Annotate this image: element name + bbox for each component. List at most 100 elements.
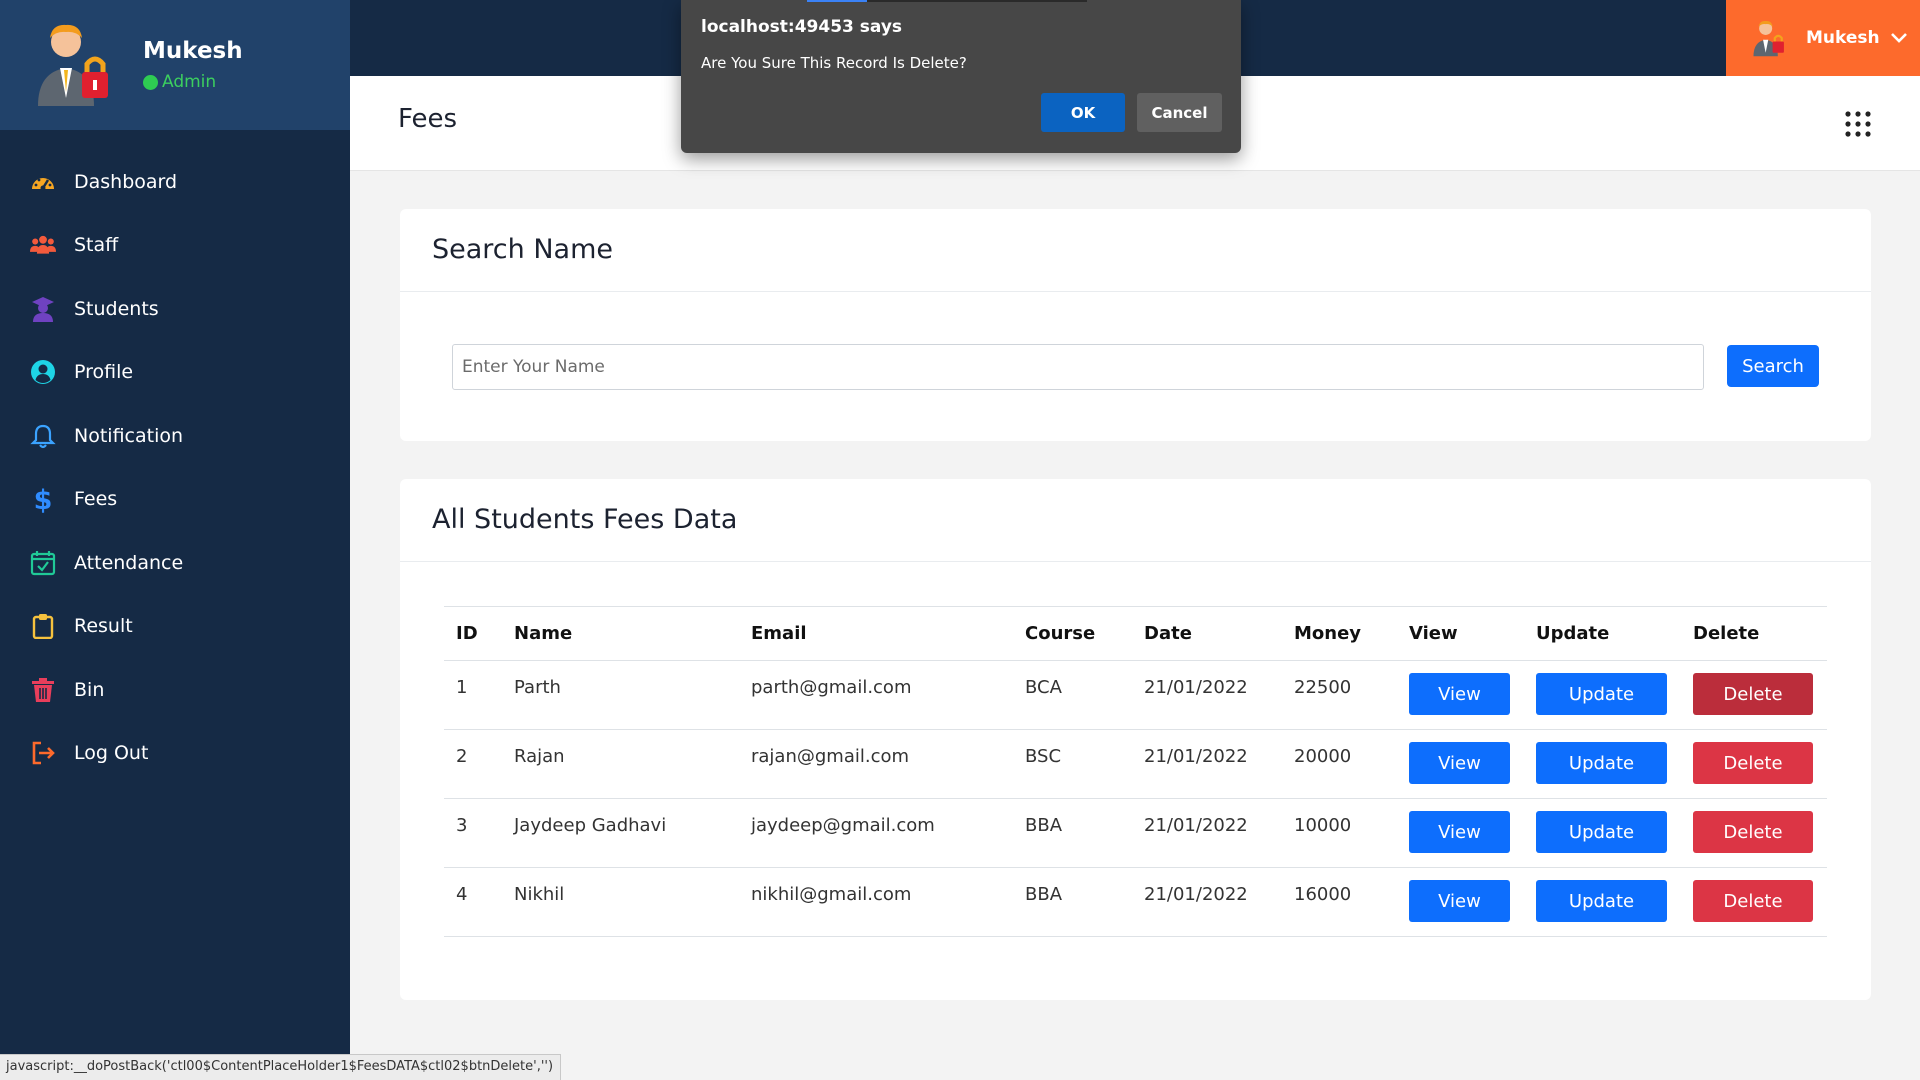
view-button[interactable]: View	[1409, 673, 1510, 715]
dialog-title: localhost:49453 says	[701, 17, 903, 37]
calendar-check-icon	[30, 550, 56, 576]
cell-name: Jaydeep Gadhavi	[502, 798, 739, 868]
column-header-update: Update	[1524, 606, 1681, 661]
graduate-icon	[30, 296, 56, 322]
cell-money: 10000	[1282, 798, 1397, 868]
card-divider	[400, 561, 1871, 562]
column-header-view: View	[1397, 606, 1524, 661]
column-header-email: Email	[739, 606, 1013, 661]
sidebar-item-label: Attendance	[74, 551, 184, 574]
sidebar-item-attendance[interactable]: Attendance	[0, 531, 350, 595]
delete-button[interactable]: Delete	[1693, 742, 1813, 784]
dialog-accent-bar	[807, 0, 867, 2]
svg-text:$: $	[34, 485, 53, 513]
sidebar-item-students[interactable]: Students	[0, 277, 350, 341]
confirm-dialog: localhost:49453 says Are You Sure This R…	[681, 0, 1241, 153]
sidebar-nav: Dashboard Staff Students Profile Notific…	[0, 150, 350, 785]
table-row: 1 Parth parth@gmail.com BCA 21/01/2022 2…	[444, 660, 1827, 730]
search-card: Search Name Search	[400, 209, 1871, 441]
sidebar-item-label: Staff	[74, 234, 119, 257]
bell-icon	[30, 423, 56, 449]
column-header-date: Date	[1132, 606, 1282, 661]
online-status-icon	[143, 74, 158, 90]
cell-view: View	[1397, 867, 1524, 937]
dialog-top-accent	[807, 0, 1087, 2]
fees-table-card: All Students Fees Data ID Name Email Cou…	[400, 479, 1871, 1000]
sidebar-item-label: Result	[74, 615, 133, 638]
sidebar-item-label: Dashboard	[74, 170, 178, 193]
cell-date: 21/01/2022	[1132, 660, 1282, 730]
sidebar-item-label: Students	[74, 297, 159, 320]
update-button[interactable]: Update	[1536, 742, 1667, 784]
cell-delete: Delete	[1681, 798, 1827, 868]
delete-button[interactable]: Delete	[1693, 880, 1813, 922]
cell-id: 3	[444, 798, 502, 868]
sidebar-item-label: Notification	[74, 424, 184, 447]
table-header-row: ID Name Email Course Date Money View Upd…	[444, 606, 1827, 661]
browser-status-bar: javascript:__doPostBack('ctl00$ContentPl…	[0, 1054, 561, 1080]
dialog-cancel-button[interactable]: Cancel	[1137, 93, 1222, 132]
cell-update: Update	[1524, 660, 1681, 730]
sidebar-item-label: Bin	[74, 678, 105, 701]
logout-icon	[30, 740, 56, 766]
card-divider	[400, 291, 1871, 292]
update-button[interactable]: Update	[1536, 673, 1667, 715]
cell-view: View	[1397, 798, 1524, 868]
dollar-icon: $	[30, 485, 56, 513]
table-row: 4 Nikhil nikhil@gmail.com BBA 21/01/2022…	[444, 867, 1827, 937]
sidebar-item-dashboard[interactable]: Dashboard	[0, 150, 350, 214]
sidebar-item-profile[interactable]: Profile	[0, 341, 350, 405]
user-role-status: Admin	[143, 72, 216, 92]
sidebar-item-staff[interactable]: Staff	[0, 214, 350, 278]
delete-button[interactable]: Delete	[1693, 811, 1813, 853]
cell-id: 1	[444, 660, 502, 730]
cell-email: nikhil@gmail.com	[739, 867, 1013, 937]
cell-money: 22500	[1282, 660, 1397, 730]
view-button[interactable]: View	[1409, 880, 1510, 922]
sidebar-user-name: Mukesh	[143, 38, 243, 64]
fees-table: ID Name Email Course Date Money View Upd…	[444, 606, 1827, 937]
chevron-down-icon	[1890, 33, 1907, 43]
cell-date: 21/01/2022	[1132, 729, 1282, 799]
update-button[interactable]: Update	[1536, 880, 1667, 922]
view-button[interactable]: View	[1409, 742, 1510, 784]
cell-course: BSC	[1013, 729, 1132, 799]
cell-email: rajan@gmail.com	[739, 729, 1013, 799]
sidebar-item-notification[interactable]: Notification	[0, 404, 350, 468]
cell-date: 21/01/2022	[1132, 798, 1282, 868]
cell-course: BBA	[1013, 867, 1132, 937]
table-row: 3 Jaydeep Gadhavi jaydeep@gmail.com BBA …	[444, 798, 1827, 868]
update-button[interactable]: Update	[1536, 811, 1667, 853]
table-row: 2 Rajan rajan@gmail.com BSC 21/01/2022 2…	[444, 729, 1827, 799]
user-circle-icon	[30, 359, 56, 385]
apps-grid-icon[interactable]	[1844, 110, 1872, 138]
dialog-message: Are You Sure This Record Is Delete?	[701, 54, 967, 72]
sidebar-item-label: Fees	[74, 488, 118, 511]
cell-name: Nikhil	[502, 867, 739, 937]
page-title: Fees	[398, 104, 458, 134]
column-header-name: Name	[502, 606, 739, 661]
cell-email: jaydeep@gmail.com	[739, 798, 1013, 868]
column-header-course: Course	[1013, 606, 1132, 661]
user-menu-button[interactable]: Mukesh	[1726, 0, 1920, 76]
cell-course: BBA	[1013, 798, 1132, 868]
column-header-id: ID	[444, 606, 502, 661]
admin-avatar-icon	[38, 24, 108, 106]
search-input[interactable]	[452, 344, 1704, 390]
delete-button[interactable]: Delete	[1693, 673, 1813, 715]
search-card-title: Search Name	[432, 234, 613, 265]
sidebar-item-bin[interactable]: Bin	[0, 658, 350, 722]
dialog-ok-button[interactable]: OK	[1041, 93, 1125, 132]
users-group-icon	[30, 232, 56, 258]
cell-delete: Delete	[1681, 867, 1827, 937]
cell-money: 16000	[1282, 867, 1397, 937]
sidebar-item-result[interactable]: Result	[0, 595, 350, 659]
sidebar-item-logout[interactable]: Log Out	[0, 722, 350, 786]
search-button[interactable]: Search	[1727, 345, 1819, 387]
view-button[interactable]: View	[1409, 811, 1510, 853]
cell-view: View	[1397, 729, 1524, 799]
column-header-money: Money	[1282, 606, 1397, 661]
sidebar-item-fees[interactable]: $ Fees	[0, 468, 350, 532]
sidebar: Mukesh Admin Dashboard Staff Students Pr…	[0, 0, 350, 1080]
cell-delete: Delete	[1681, 660, 1827, 730]
